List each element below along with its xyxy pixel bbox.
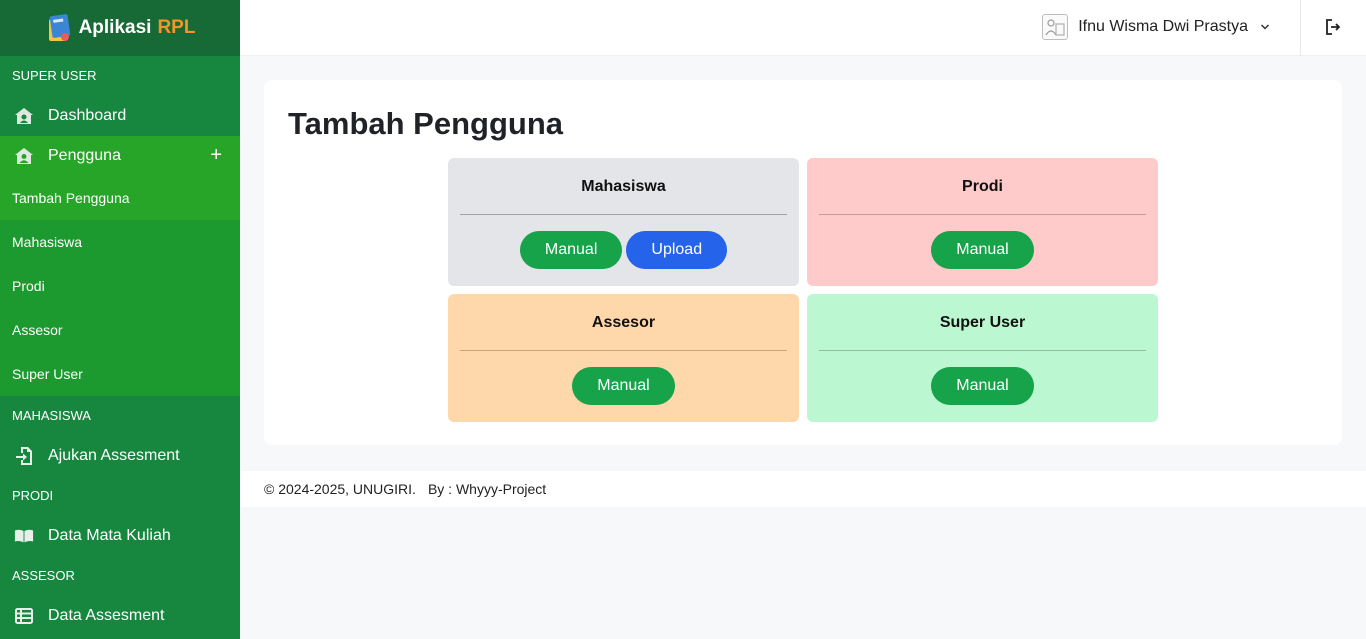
divider xyxy=(460,214,787,215)
sidebar-item-label: Data Assesment xyxy=(48,607,165,624)
brand[interactable]: Aplikasi RPL xyxy=(0,0,240,56)
box-assesor: Assesor Manual xyxy=(448,294,799,422)
top-header: Ifnu Wisma Dwi Prastya xyxy=(240,0,1366,56)
divider xyxy=(460,350,787,351)
sidebar-item-data-assesment[interactable]: Data Assesment xyxy=(0,596,240,636)
box-actions: Manual Upload xyxy=(448,231,799,269)
submenu-mahasiswa[interactable]: Mahasiswa xyxy=(0,220,240,264)
prodi-manual-button[interactable]: Manual xyxy=(931,231,1034,269)
chevron-down-icon[interactable] xyxy=(1260,20,1270,34)
pengguna-submenu: Tambah Pengguna Mahasiswa Prodi Assesor … xyxy=(0,176,240,396)
footer-copyright: © 2024-2025, UNUGIRI. xyxy=(264,481,416,497)
user-menu[interactable]: Ifnu Wisma Dwi Prastya xyxy=(1042,14,1270,40)
box-actions: Manual xyxy=(448,367,799,405)
submenu-prodi[interactable]: Prodi xyxy=(0,264,240,308)
box-mahasiswa: Mahasiswa Manual Upload xyxy=(448,158,799,286)
sidebar-item-label: Data Mata Kuliah xyxy=(48,527,171,544)
box-title: Super User xyxy=(939,314,1026,331)
footer: © 2024-2025, UNUGIRI. By : Whyyy-Project xyxy=(240,471,1366,507)
sidebar: Aplikasi RPL SUPER USER Dashboard Penggun… xyxy=(0,0,240,639)
section-mahasiswa: MAHASISWA xyxy=(12,408,91,423)
footer-credit: By : Whyyy-Project xyxy=(427,481,547,497)
brand-accent: RPL xyxy=(157,17,196,38)
section-assesor: ASSESOR xyxy=(12,568,75,583)
box-actions: Manual xyxy=(807,367,1158,405)
sidebar-item-ajukan-assesment[interactable]: Ajukan Assesment xyxy=(0,436,240,476)
file-import-icon xyxy=(14,446,34,466)
box-prodi: Prodi Manual xyxy=(807,158,1158,286)
users-home-icon xyxy=(14,146,34,166)
sidebar-item-label: Dashboard xyxy=(48,107,127,124)
sidebar-item-label: Ajukan Assesment xyxy=(48,447,180,464)
mahasiswa-manual-button[interactable]: Manual xyxy=(519,231,623,269)
page-title: Tambah Pengguna xyxy=(288,106,564,141)
box-title: Assesor xyxy=(591,314,656,331)
box-actions: Manual xyxy=(807,231,1158,269)
logout-icon[interactable] xyxy=(1324,18,1342,36)
divider xyxy=(819,350,1146,351)
book-logo-icon xyxy=(45,13,73,43)
divider xyxy=(819,214,1146,215)
box-title: Mahasiswa xyxy=(581,178,666,195)
assesor-manual-button[interactable]: Manual xyxy=(572,367,675,405)
sidebar-item-data-mata-kuliah[interactable]: Data Mata Kuliah xyxy=(0,516,240,556)
mahasiswa-upload-button[interactable]: Upload xyxy=(626,231,728,269)
submenu-tambah-pengguna[interactable]: Tambah Pengguna xyxy=(0,176,240,220)
box-super-user: Super User Manual xyxy=(807,294,1158,422)
home-user-icon xyxy=(14,106,34,126)
section-prodi: PRODI xyxy=(12,488,54,503)
super-user-manual-button[interactable]: Manual xyxy=(931,367,1034,405)
submenu-assesor[interactable]: Assesor xyxy=(0,308,240,352)
sidebar-item-label: Pengguna xyxy=(48,147,121,164)
header-divider xyxy=(1300,0,1301,56)
expand-plus-icon[interactable]: + xyxy=(210,145,222,165)
section-super-user: SUPER USER xyxy=(12,68,97,83)
avatar-icon xyxy=(1042,14,1069,40)
content-card: Tambah Pengguna Mahasiswa Manual Upload … xyxy=(264,80,1342,445)
user-name[interactable]: Ifnu Wisma Dwi Prastya xyxy=(1078,18,1248,36)
submenu-super-user[interactable]: Super User xyxy=(0,352,240,396)
table-list-icon xyxy=(14,606,34,626)
box-title: Prodi xyxy=(962,178,1003,195)
book-open-icon xyxy=(14,526,34,546)
sidebar-item-pengguna[interactable]: Pengguna + xyxy=(0,136,240,176)
brand-name: Aplikasi xyxy=(78,17,152,38)
sidebar-item-dashboard[interactable]: Dashboard xyxy=(0,96,240,136)
